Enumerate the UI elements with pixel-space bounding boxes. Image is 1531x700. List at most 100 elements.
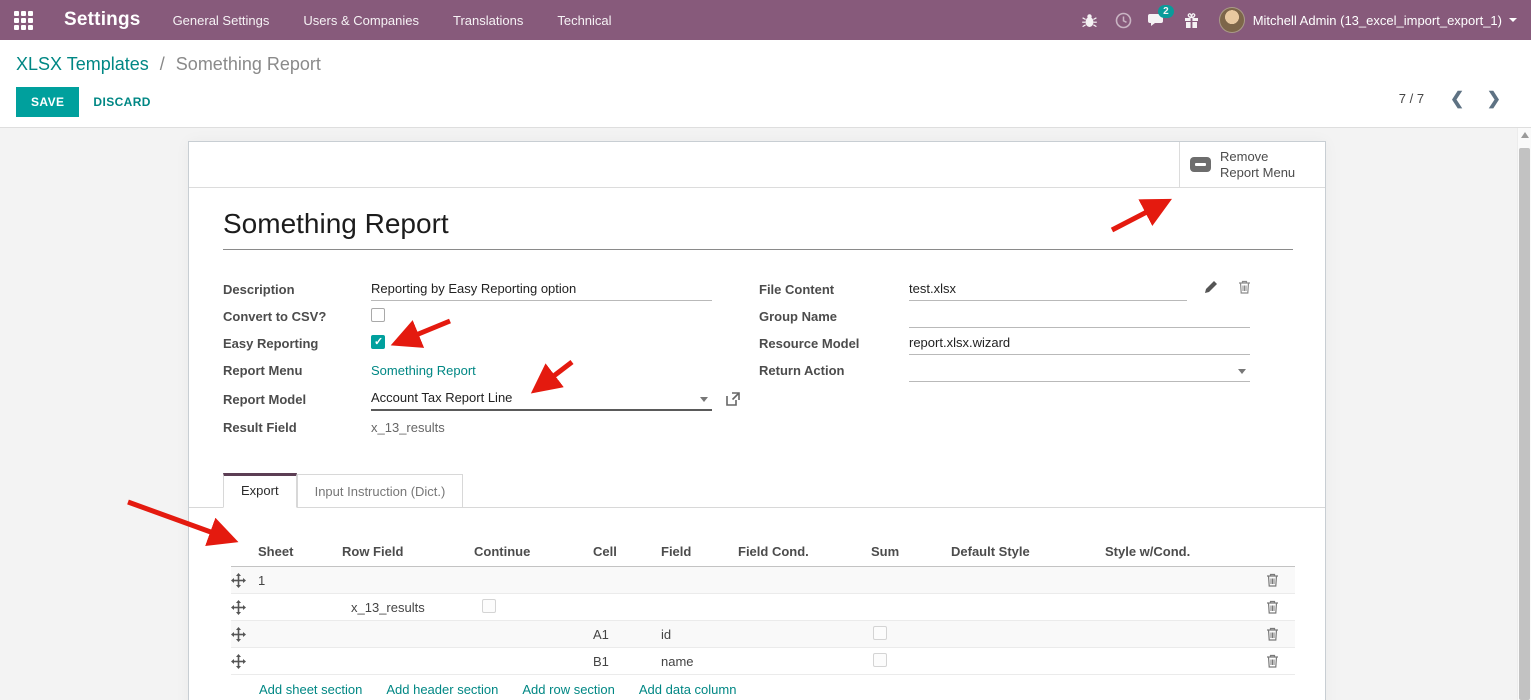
remove-report-menu-label: Remove Report Menu <box>1220 149 1295 181</box>
menu-technical[interactable]: Technical <box>555 9 613 32</box>
activities-clock-icon[interactable] <box>1107 0 1141 40</box>
gift-icon[interactable] <box>1175 0 1209 40</box>
pager-previous-button[interactable]: ❮ <box>1446 88 1468 109</box>
table-row[interactable]: x_13_results <box>231 594 1295 621</box>
convert-to-csv-label: Convert to CSV? <box>223 309 371 324</box>
messages-icon[interactable]: 2 <box>1141 0 1175 40</box>
sum-checkbox[interactable] <box>873 626 887 640</box>
discard-button[interactable]: DISCARD <box>93 95 150 109</box>
apps-menu-icon[interactable] <box>0 0 46 40</box>
remove-report-menu-button[interactable]: Remove Report Menu <box>1179 142 1325 187</box>
breadcrumb: XLSX Templates / Something Report <box>16 54 1507 75</box>
easy-reporting-checkbox[interactable] <box>371 335 385 349</box>
convert-to-csv-checkbox[interactable] <box>371 308 385 322</box>
form-statusbar: Remove Report Menu <box>189 142 1325 188</box>
add-sheet-section-link[interactable]: Add sheet section <box>259 682 362 697</box>
report-menu-label: Report Menu <box>223 363 371 378</box>
add-header-section-link[interactable]: Add header section <box>386 682 498 697</box>
table-row[interactable]: A1id <box>231 621 1295 648</box>
delete-row-button[interactable] <box>1266 600 1279 614</box>
report-model-label: Report Model <box>223 392 371 407</box>
table-row[interactable]: B1name <box>231 648 1295 675</box>
scrollbar-thumb[interactable] <box>1519 148 1530 700</box>
user-avatar[interactable] <box>1219 7 1245 33</box>
edit-file-button[interactable] <box>1204 280 1218 294</box>
return-action-label: Return Action <box>759 363 909 378</box>
pager: 7 / 7 ❮ ❯ <box>1399 88 1505 109</box>
vertical-scrollbar[interactable] <box>1517 128 1531 700</box>
header-default-style[interactable]: Default Style <box>951 544 1105 559</box>
add-row-section-link[interactable]: Add row section <box>522 682 615 697</box>
export-lines-table: Sheet Row Field Continue Cell Field Fiel… <box>231 544 1295 700</box>
table-footer-links: Add sheet section Add header section Add… <box>231 675 1295 700</box>
header-continue[interactable]: Continue <box>474 544 591 559</box>
grid-icon <box>14 11 33 30</box>
drag-handle-icon[interactable] <box>231 654 246 669</box>
control-panel: XLSX Templates / Something Report SAVE D… <box>0 40 1531 128</box>
bug-icon[interactable] <box>1073 0 1107 40</box>
result-field-label: Result Field <box>223 420 371 435</box>
record-title-input[interactable]: Something Report <box>223 208 1293 250</box>
header-cell[interactable]: Cell <box>591 544 661 559</box>
menu-translations[interactable]: Translations <box>451 9 525 32</box>
report-menu-link[interactable]: Something Report <box>371 363 476 378</box>
description-input[interactable] <box>371 278 712 301</box>
menu-users-companies[interactable]: Users & Companies <box>301 9 421 32</box>
notebook-tabs: Export Input Instruction (Dict.) <box>189 473 1325 508</box>
return-action-combo[interactable] <box>909 359 1250 382</box>
cell-cell: B1 <box>591 654 661 669</box>
pager-value: 7 / 7 <box>1399 91 1424 106</box>
table-header-row: Sheet Row Field Continue Cell Field Fiel… <box>231 544 1295 567</box>
file-content-label: File Content <box>759 282 909 297</box>
result-field-value: x_13_results <box>371 420 712 435</box>
cell-row_field: x_13_results <box>342 600 474 615</box>
breadcrumb-current: Something Report <box>176 54 321 74</box>
drag-handle-icon[interactable] <box>231 600 246 615</box>
pager-next-button[interactable]: ❯ <box>1483 88 1505 109</box>
delete-file-button[interactable] <box>1238 280 1251 294</box>
main-menu: General Settings Users & Companies Trans… <box>171 9 614 32</box>
delete-row-button[interactable] <box>1266 573 1279 587</box>
cell-field: id <box>661 627 738 642</box>
tab-export[interactable]: Export <box>223 473 297 508</box>
header-sheet[interactable]: Sheet <box>258 544 342 559</box>
breadcrumb-separator: / <box>160 54 165 74</box>
table-row[interactable]: 1 <box>231 567 1295 594</box>
field-group-right: File Content <box>759 276 1250 441</box>
cell-sheet: 1 <box>258 573 342 588</box>
user-menu[interactable]: Mitchell Admin (13_excel_import_export_1… <box>1253 13 1517 28</box>
group-name-input[interactable] <box>909 305 1250 328</box>
breadcrumb-xlsx-templates[interactable]: XLSX Templates <box>16 54 149 74</box>
content-area: Remove Report Menu Something Report Desc… <box>0 128 1531 700</box>
header-style-cond[interactable]: Style w/Cond. <box>1105 544 1251 559</box>
sum-checkbox[interactable] <box>873 653 887 667</box>
header-sum[interactable]: Sum <box>871 544 951 559</box>
save-button[interactable]: SAVE <box>16 87 79 117</box>
resource-model-input[interactable] <box>909 332 1250 355</box>
external-link-icon[interactable] <box>726 392 740 406</box>
menu-general-settings[interactable]: General Settings <box>171 9 272 32</box>
header-row-field[interactable]: Row Field <box>342 544 474 559</box>
add-data-column-link[interactable]: Add data column <box>639 682 737 697</box>
header-field-cond[interactable]: Field Cond. <box>738 544 871 559</box>
export-table-body: 1x_13_results A1idB1name <box>231 567 1295 675</box>
minus-icon <box>1190 157 1211 172</box>
delete-row-button[interactable] <box>1266 654 1279 668</box>
form-sheet: Remove Report Menu Something Report Desc… <box>188 141 1326 700</box>
report-model-combo[interactable]: Account Tax Report Line <box>371 387 712 411</box>
scroll-up-arrow[interactable] <box>1521 132 1529 138</box>
delete-row-button[interactable] <box>1266 627 1279 641</box>
report-model-value: Account Tax Report Line <box>371 390 512 405</box>
systray: 2 Mitchell Admin (13_excel_import_export… <box>1073 0 1531 40</box>
drag-handle-icon[interactable] <box>231 573 246 588</box>
easy-reporting-label: Easy Reporting <box>223 336 371 351</box>
drag-handle-icon[interactable] <box>231 627 246 642</box>
app-title[interactable]: Settings <box>64 9 141 31</box>
continue-checkbox[interactable] <box>482 599 496 613</box>
file-content-input[interactable] <box>909 278 1187 301</box>
field-group-left: Description Convert to CSV? Easy Reporti… <box>223 276 759 441</box>
header-field[interactable]: Field <box>661 544 738 559</box>
top-navbar: Settings General Settings Users & Compan… <box>0 0 1531 40</box>
tab-input-instruction[interactable]: Input Instruction (Dict.) <box>297 474 464 508</box>
message-count-badge: 2 <box>1158 5 1174 18</box>
